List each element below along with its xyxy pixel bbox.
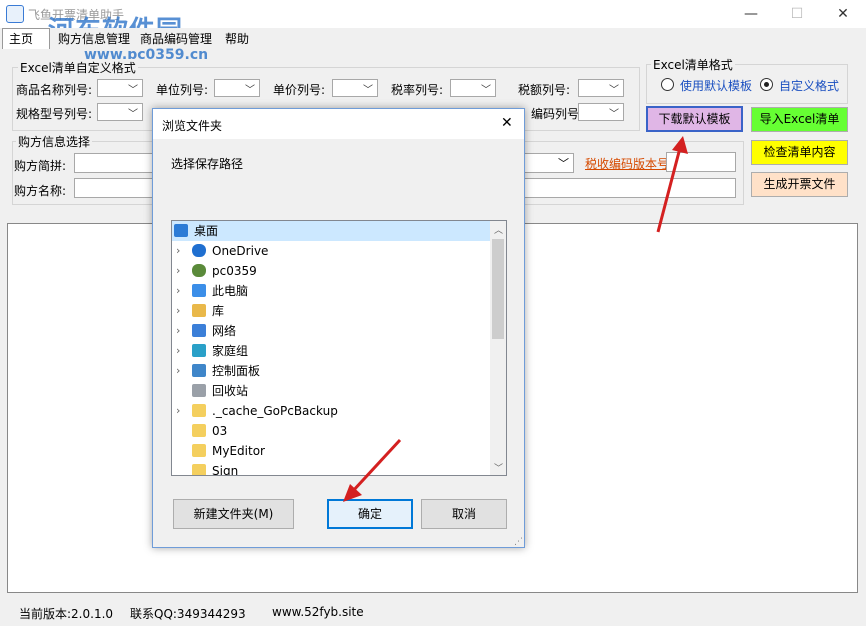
arrow-to-ok-button	[343, 438, 402, 502]
arrow-to-download-button	[656, 136, 688, 233]
annotation-arrows	[343, 136, 688, 502]
